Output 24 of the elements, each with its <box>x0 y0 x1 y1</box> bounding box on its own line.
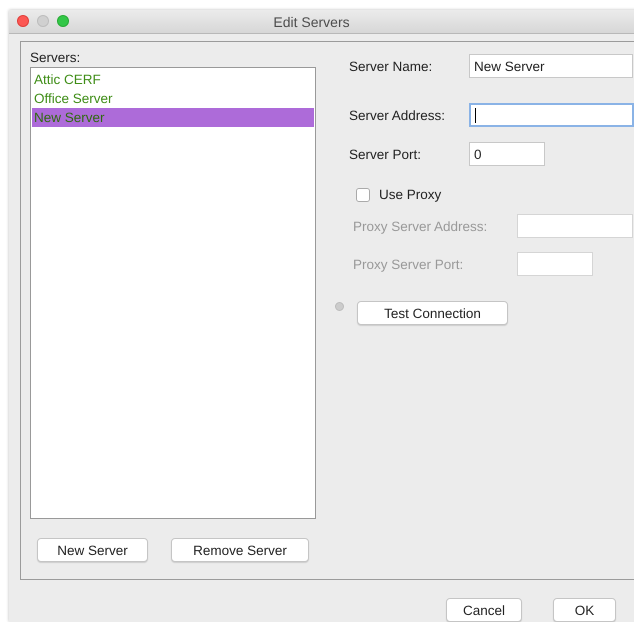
use-proxy-label: Use Proxy <box>379 187 442 202</box>
server-list[interactable]: Attic CERF Office Server New Server <box>30 67 316 519</box>
remove-server-button[interactable]: Remove Server <box>171 538 309 562</box>
servers-label: Servers: <box>30 50 82 67</box>
server-address-label: Server Address: <box>349 108 446 122</box>
server-list-item[interactable]: Office Server <box>32 89 314 108</box>
ok-button[interactable]: OK <box>553 598 616 622</box>
cancel-button[interactable]: Cancel <box>446 598 522 622</box>
server-port-field[interactable]: 0 <box>469 142 545 166</box>
server-list-item[interactable]: Attic CERF <box>32 70 314 89</box>
indicator-icon <box>335 302 344 311</box>
close-button[interactable] <box>17 15 29 27</box>
window-title: Edit Servers <box>273 14 350 30</box>
new-server-button[interactable]: New Server <box>37 538 148 562</box>
server-port-label: Server Port: <box>349 146 422 162</box>
zoom-button[interactable] <box>57 15 69 27</box>
proxy-address-label: Proxy Server Address: <box>352 218 488 234</box>
server-name-label: Server Name: <box>349 58 434 74</box>
server-address-field[interactable] <box>469 103 634 127</box>
use-proxy-checkbox[interactable] <box>356 188 370 202</box>
server-name-field[interactable]: New Server <box>469 54 633 78</box>
proxy-port-label: Proxy Server Port: <box>352 256 464 272</box>
minimize-button[interactable] <box>37 15 49 27</box>
test-connection-button[interactable]: Test Connection <box>357 301 508 325</box>
